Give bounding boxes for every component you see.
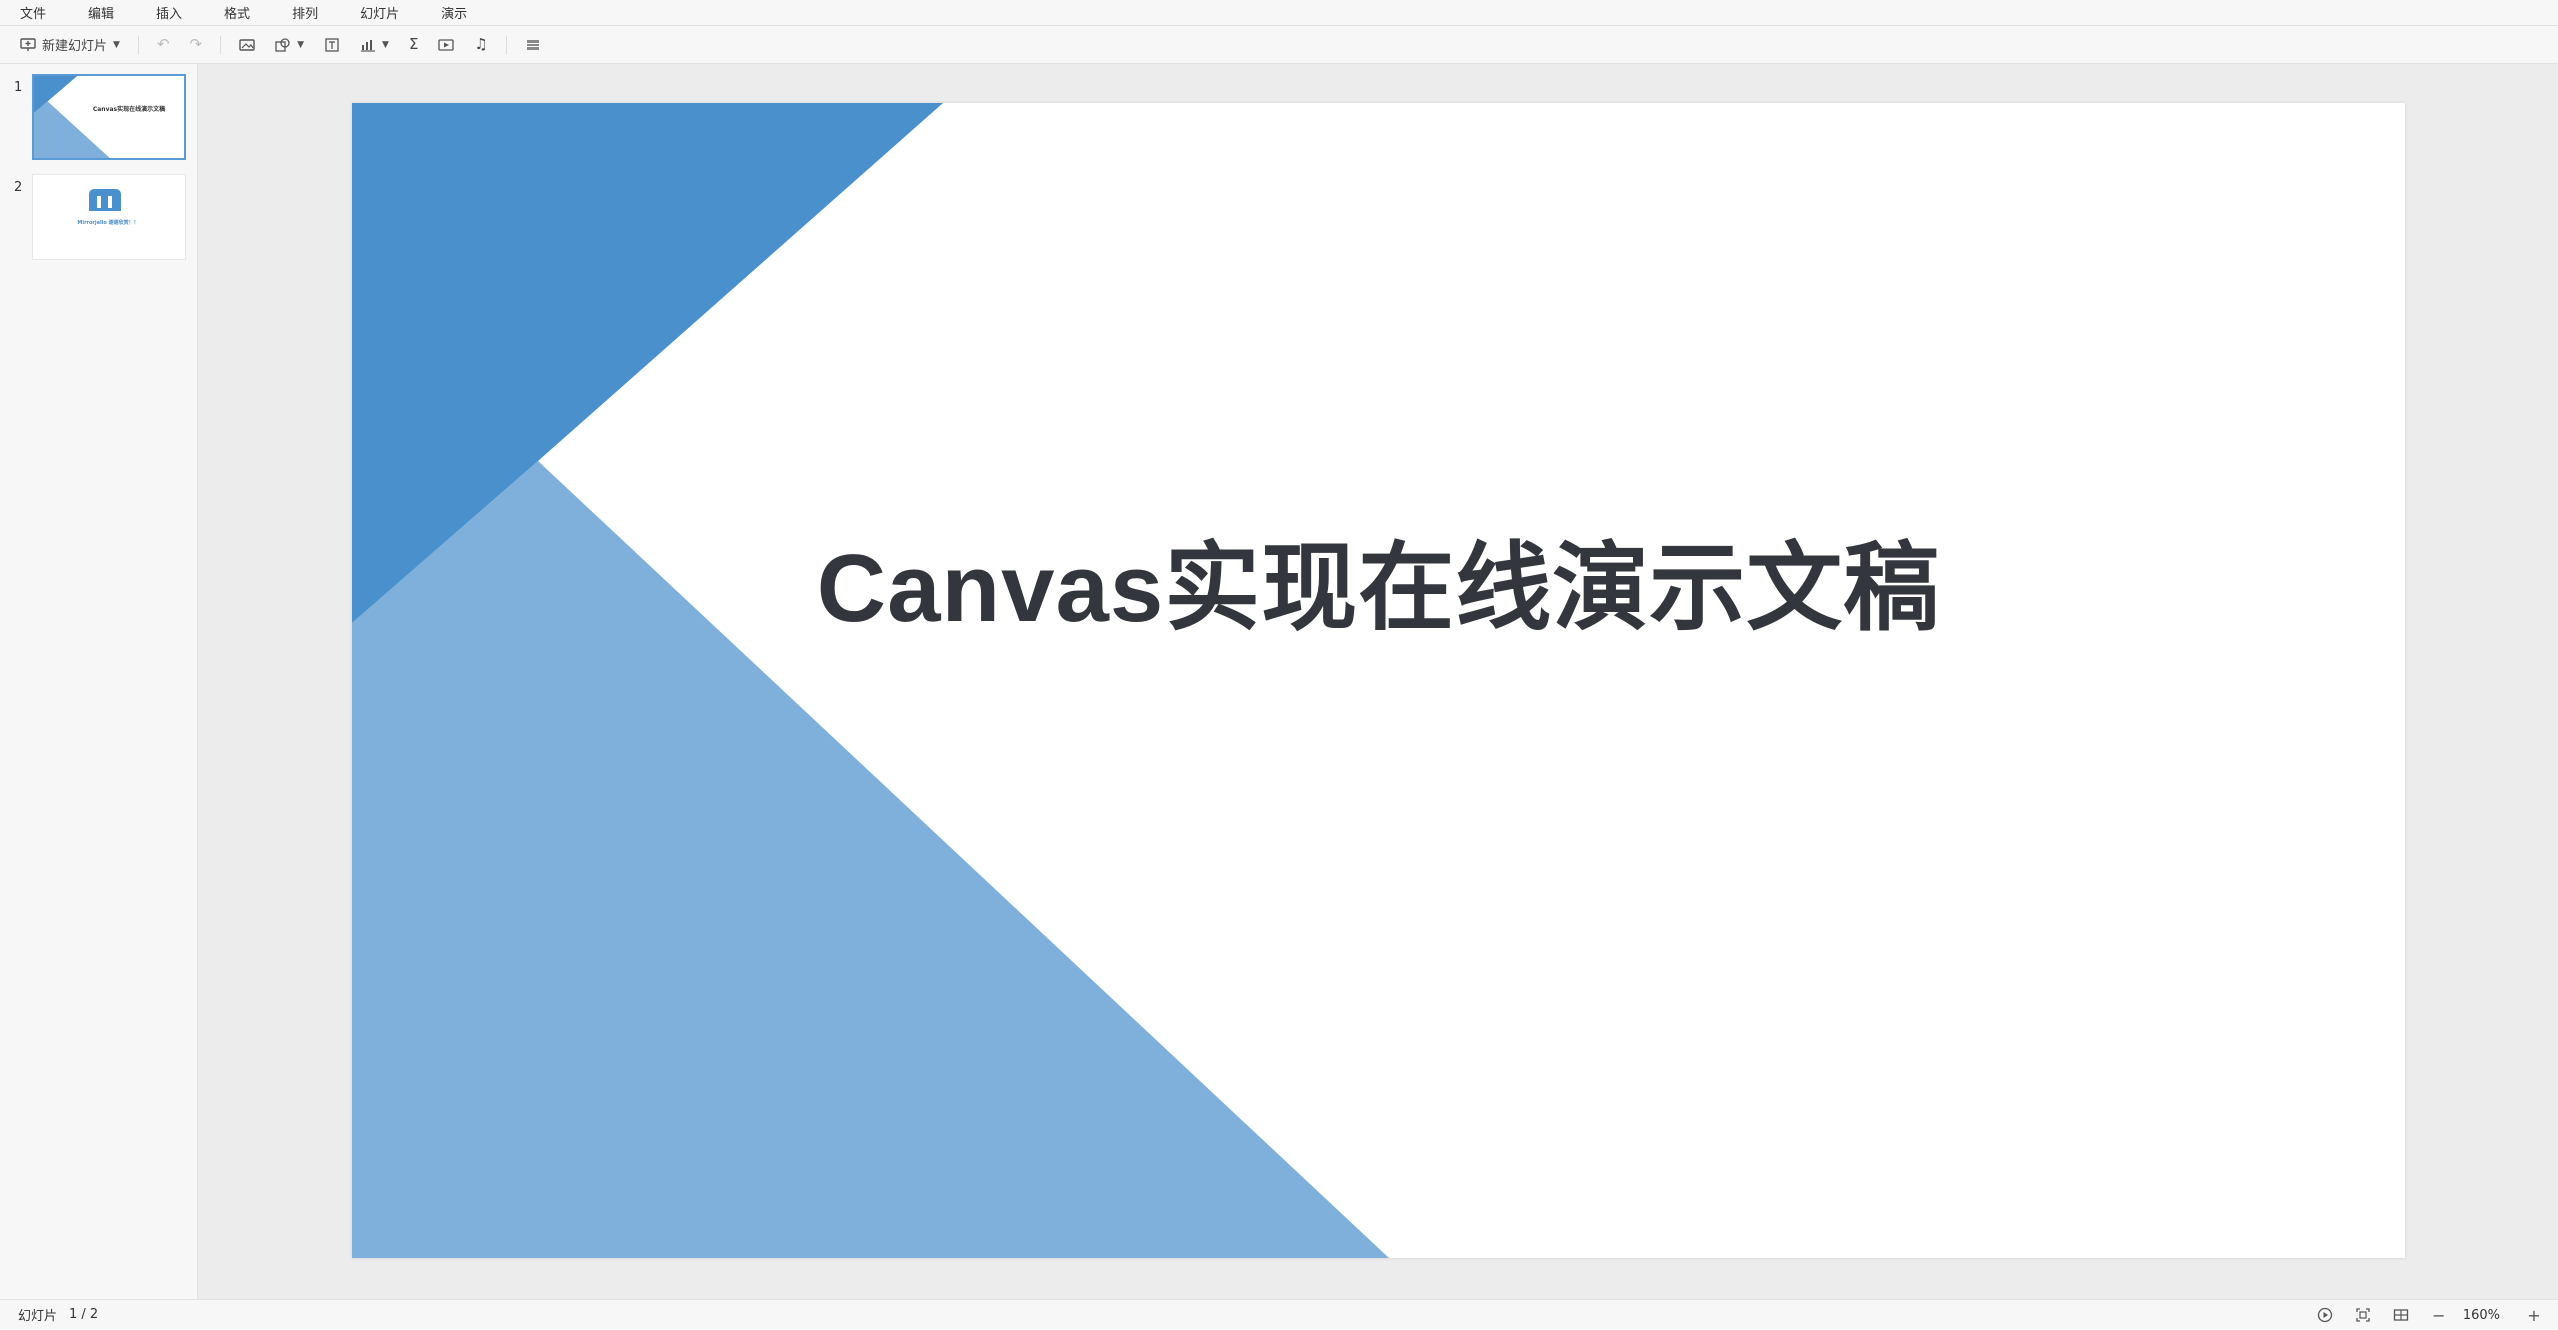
redo-icon: ↷	[189, 35, 203, 53]
thumbnail-preview[interactable]: Canvas实现在线演示文稿	[32, 74, 186, 160]
new-slide-button[interactable]: 新建幻灯片 ▼	[14, 32, 126, 58]
shape-icon	[275, 37, 290, 52]
menu-arrange[interactable]: 排列	[286, 1, 324, 24]
redo-button[interactable]: ↷	[184, 32, 209, 58]
insert-formula-button[interactable]: Σ	[403, 32, 424, 58]
thumbnail-preview[interactable]: Mirrorjello 谢谢欣赏！！	[32, 174, 186, 260]
insert-shape-button[interactable]: ▼	[269, 32, 310, 58]
slide-title[interactable]: Canvas实现在线演示文稿	[352, 510, 2405, 649]
toolbar: 新建幻灯片 ▼ ↶ ↷ ▼ ▼ Σ ♫	[0, 26, 2558, 64]
insert-video-button[interactable]	[432, 32, 460, 58]
slide-background-shapes	[352, 103, 1389, 1258]
thumbnail-background-shapes	[34, 76, 110, 158]
new-slide-icon	[20, 37, 36, 51]
toolbar-divider	[137, 35, 139, 54]
menu-slide[interactable]: 幻灯片	[354, 1, 405, 24]
table-icon	[526, 39, 539, 50]
menu-insert[interactable]: 插入	[150, 1, 188, 24]
formula-icon: Σ	[408, 35, 419, 53]
new-slide-dropdown-icon[interactable]: ▼	[113, 40, 120, 50]
grid-view-icon	[2393, 1309, 2408, 1321]
undo-button[interactable]: ↶	[151, 32, 176, 58]
minus-icon: −	[2432, 1305, 2446, 1325]
menu-bar: 文件 编辑 插入 格式 排列 幻灯片 演示	[0, 0, 2558, 26]
plus-icon: +	[2527, 1305, 2541, 1325]
insert-audio-button[interactable]: ♫	[468, 32, 493, 58]
audio-icon: ♫	[474, 35, 488, 53]
insert-image-button[interactable]	[233, 32, 261, 58]
play-icon	[2317, 1307, 2332, 1323]
logo-icon	[89, 189, 121, 211]
thumbnail-title: Mirrorjello 谢谢欣赏！！	[77, 220, 139, 226]
chart-icon	[361, 39, 376, 52]
fit-screen-button[interactable]	[2349, 1304, 2377, 1326]
chart-dropdown-icon[interactable]: ▼	[382, 40, 389, 50]
undo-icon: ↶	[156, 35, 170, 53]
insert-chart-button[interactable]: ▼	[354, 32, 395, 58]
thumbnail-title: Canvas实现在线演示文稿	[92, 106, 166, 113]
text-box-icon	[325, 37, 339, 52]
slide-counter: 1 / 2	[69, 1307, 99, 1322]
menu-present[interactable]: 演示	[435, 1, 473, 24]
zoom-out-button[interactable]: −	[2425, 1304, 2453, 1326]
slide-thumbnail-panel: 1 Canvas实现在线演示文稿 2 Mirrorjello 谢谢欣赏！！	[0, 64, 198, 1299]
menu-format[interactable]: 格式	[218, 1, 256, 24]
zoom-level[interactable]: 160%	[2463, 1308, 2500, 1323]
slide-thumbnail-1[interactable]: 1 Canvas实现在线演示文稿	[0, 64, 198, 160]
menu-file[interactable]: 文件	[14, 1, 52, 24]
video-icon	[438, 38, 455, 51]
toolbar-divider	[505, 35, 507, 54]
thumbnail-number: 2	[14, 180, 23, 195]
toolbar-divider	[220, 35, 222, 54]
insert-table-button[interactable]	[519, 32, 547, 58]
slide-thumbnail-2[interactable]: 2 Mirrorjello 谢谢欣赏！！	[0, 164, 198, 260]
insert-text-button[interactable]	[318, 32, 346, 58]
thumbnail-number: 1	[14, 80, 23, 95]
slide-workspace[interactable]: Canvas实现在线演示文稿	[198, 64, 2558, 1299]
image-icon	[239, 38, 255, 51]
shape-dropdown-icon[interactable]: ▼	[297, 40, 304, 50]
new-slide-label: 新建幻灯片	[42, 39, 108, 54]
grid-view-button[interactable]	[2387, 1304, 2415, 1326]
play-button[interactable]	[2311, 1304, 2339, 1326]
zoom-in-button[interactable]: +	[2520, 1304, 2548, 1326]
menu-edit[interactable]: 编辑	[82, 1, 120, 24]
slide-label: 幻灯片	[18, 1309, 58, 1324]
slide-canvas[interactable]: Canvas实现在线演示文稿	[352, 103, 2405, 1258]
fit-screen-icon	[2356, 1308, 2370, 1322]
status-bar: 幻灯片 1 / 2 − 160% +	[0, 1299, 2558, 1329]
